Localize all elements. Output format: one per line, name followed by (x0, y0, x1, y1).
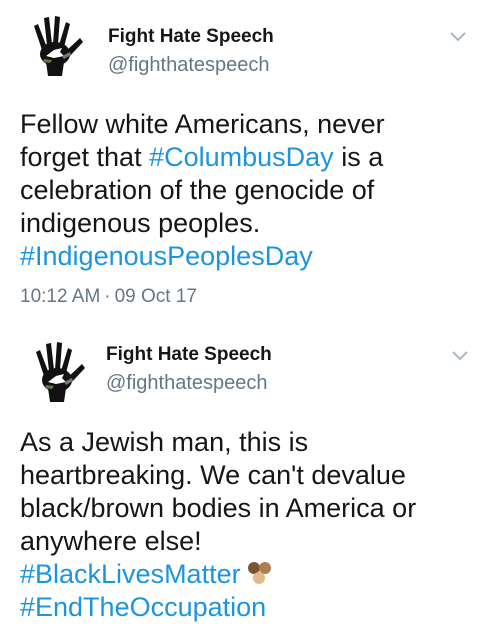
tweet-card: Fight Hate Speech @fighthatespeech Fello… (0, 0, 477, 330)
tweet-timestamp[interactable]: 10:12 AM · 09 Oct 17 (20, 286, 197, 308)
tweet-text-segment: heartbreaking. We can't devalue (20, 460, 406, 490)
hashtag-link[interactable]: #ColumbusDay (149, 142, 334, 172)
tweet-text-line: celebration of the genocide of (20, 174, 470, 207)
tweet-text-segment: Fellow white Americans, never (20, 109, 385, 139)
hashtag-link[interactable]: #EndTheOccupation (20, 592, 266, 622)
tweet-text-line: anywhere else! (20, 525, 470, 558)
user-handle[interactable]: @fighthatespeech (108, 54, 270, 77)
tweet-text-line: black/brown bodies in America or (20, 492, 470, 525)
tweet-time: 10:12 AM (20, 286, 101, 307)
three-hands-icon (247, 562, 271, 584)
tweet-text-line: #EndTheOccupation (20, 591, 470, 624)
tweet-text: As a Jewish man, this is heartbreaking. W… (20, 426, 470, 624)
tweet-text: Fellow white Americans, never forget that… (20, 108, 470, 273)
display-name[interactable]: Fight Hate Speech (108, 26, 274, 48)
user-handle[interactable]: @fighthatespeech (106, 372, 268, 395)
display-name[interactable]: Fight Hate Speech (106, 344, 272, 366)
separator-dot: · (104, 286, 111, 307)
tweet-text-segment: forget that (20, 142, 150, 172)
chevron-down-icon[interactable] (450, 29, 466, 42)
tweet-text-segment: is a (333, 142, 384, 172)
chevron-down-icon[interactable] (452, 348, 468, 361)
raised-hand-logo-icon[interactable] (24, 12, 86, 78)
tweet-text-line: As a Jewish man, this is (20, 426, 470, 459)
tweet-text-segment: celebration of the genocide of (20, 175, 375, 205)
tweet-text-line: forget that #ColumbusDay is a (20, 141, 470, 174)
raised-hand-logo-icon[interactable] (26, 338, 88, 404)
tweet-text-line: #BlackLivesMatter (20, 558, 470, 591)
hashtag-link[interactable]: #IndigenousPeoplesDay (20, 241, 313, 271)
tweet-text-line: #IndigenousPeoplesDay (20, 240, 470, 273)
tweet-text-line: heartbreaking. We can't devalue (20, 459, 470, 492)
tweet-date: 09 Oct 17 (114, 286, 197, 307)
tweet-text-segment: indigenous peoples. (20, 208, 261, 238)
tweet-text-segment: anywhere else! (20, 526, 202, 556)
hashtag-link[interactable]: #BlackLivesMatter (20, 559, 241, 589)
tweet-text-segment: black/brown bodies in America or (20, 493, 417, 523)
tweet-text-line: indigenous peoples. (20, 207, 470, 240)
tweet-text-segment: As a Jewish man, this is (20, 427, 309, 457)
tweet-text-line: Fellow white Americans, never (20, 108, 470, 141)
tweet-card: Fight Hate Speech @fighthatespeech As a … (0, 330, 477, 640)
